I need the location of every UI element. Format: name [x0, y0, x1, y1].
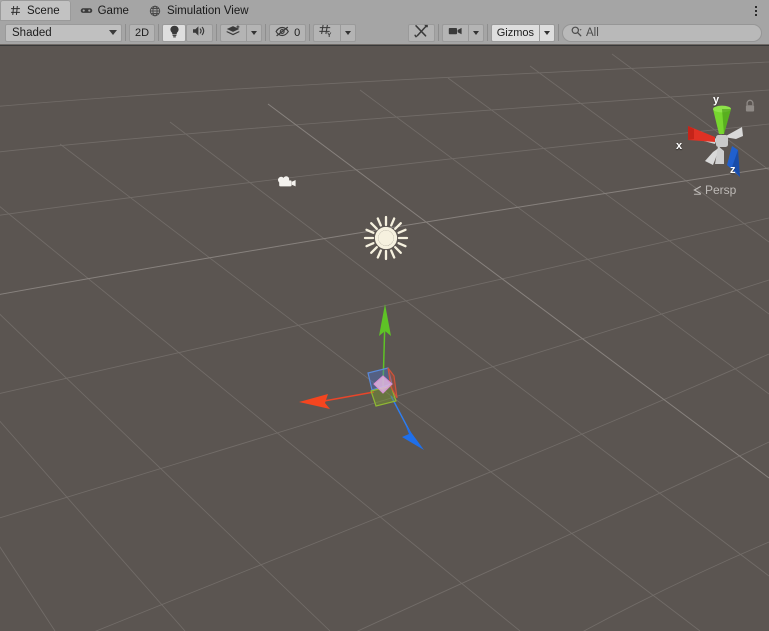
toolbar-separator	[437, 24, 439, 41]
draw-mode-label: Shaded	[12, 26, 52, 39]
chevron-down-icon	[472, 30, 479, 35]
grid-hash-icon	[9, 4, 22, 17]
directional-light-gizmo-icon	[363, 215, 409, 261]
tab-scene-label: Scene	[27, 4, 60, 17]
toolbar-separator	[309, 24, 311, 41]
floor-grid-major	[0, 103, 769, 479]
lightbulb-icon	[169, 25, 180, 41]
tab-bar-spacer	[260, 0, 743, 21]
effects-dropdown-button[interactable]	[246, 23, 263, 42]
speaker-icon	[192, 25, 207, 40]
svg-text:Y: Y	[327, 32, 332, 38]
tab-scene[interactable]: Scene	[0, 0, 71, 21]
fx-layers-icon	[226, 24, 241, 41]
chevron-down-icon	[109, 30, 117, 35]
tab-game[interactable]: Game	[71, 0, 140, 21]
hidden-objects-count: 0	[294, 26, 301, 39]
hidden-objects-button[interactable]: 0	[269, 23, 307, 42]
unity-scene-view-window: Scene Game Simulation View Shaded 2D 0 Y…	[0, 0, 769, 631]
gizmo-axis-label-x[interactable]: x	[676, 140, 682, 152]
tools-overlay-button[interactable]	[407, 23, 435, 42]
gizmo-axis-label-y[interactable]: y	[713, 94, 719, 106]
toolbar-separator	[125, 24, 126, 41]
tools-icon	[414, 24, 429, 41]
tab-game-label: Game	[97, 4, 129, 17]
grid-axis-button[interactable]: Y	[313, 23, 341, 42]
search-input[interactable]: All	[586, 27, 599, 39]
kebab-menu-icon[interactable]	[743, 0, 769, 21]
camera-icon	[448, 26, 463, 39]
toolbar-separator	[265, 24, 267, 41]
scene-toolbar: Shaded 2D 0 Y Gizmos All	[0, 21, 769, 45]
audio-toggle-button[interactable]	[186, 23, 214, 42]
camera-dropdown-button[interactable]	[467, 23, 484, 42]
move-gizmo-icon	[299, 304, 424, 450]
toolbar-separator	[558, 24, 559, 41]
effects-toggle-button[interactable]	[220, 23, 247, 42]
grid-button-group: Y	[313, 23, 357, 42]
camera-settings-group	[441, 23, 484, 42]
toolbar-separator	[216, 24, 218, 41]
move-gizmo-x-arrow	[299, 394, 330, 409]
2d-toggle-button[interactable]: 2D	[129, 23, 156, 42]
chevron-down-icon	[251, 30, 258, 35]
tab-simulation-view-label: Simulation View	[166, 4, 249, 17]
move-gizmo-z-arrow	[402, 424, 424, 450]
tab-bar: Scene Game Simulation View	[0, 0, 769, 21]
projection-mode-text: Persp	[705, 183, 737, 197]
globe-icon	[149, 4, 162, 17]
search-field[interactable]: All	[562, 23, 762, 42]
chevron-down-icon	[544, 30, 550, 35]
chevron-left-icon	[693, 185, 701, 195]
lock-icon[interactable]	[744, 99, 756, 118]
scene-render	[0, 53, 769, 631]
projection-mode-label[interactable]: Persp	[692, 183, 736, 197]
grid-dropdown-button[interactable]	[340, 23, 357, 42]
chevron-down-icon	[345, 30, 352, 35]
scene-viewport[interactable]: y x z Persp	[0, 46, 769, 631]
gizmo-hub	[716, 135, 728, 147]
camera-settings-button[interactable]	[441, 23, 468, 42]
gizmos-button[interactable]: Gizmos	[490, 23, 539, 42]
effects-button-group	[220, 23, 263, 42]
eye-slash-icon	[275, 26, 290, 40]
gizmo-axis-label-z[interactable]: z	[730, 164, 736, 176]
lighting-toggle-button[interactable]	[162, 23, 187, 42]
grid-axis-icon: Y	[319, 24, 335, 41]
draw-mode-dropdown[interactable]: Shaded	[5, 23, 122, 42]
gizmos-dropdown-button[interactable]	[539, 23, 555, 42]
tab-simulation-view[interactable]: Simulation View	[140, 0, 260, 21]
gizmos-group: Gizmos	[490, 23, 555, 42]
toolbar-separator	[158, 24, 160, 41]
gamepad-icon	[80, 4, 93, 17]
2d-toggle-label: 2D	[135, 26, 150, 39]
gizmos-label: Gizmos	[496, 26, 534, 39]
search-icon	[571, 26, 582, 40]
toolbar-separator	[486, 24, 488, 41]
